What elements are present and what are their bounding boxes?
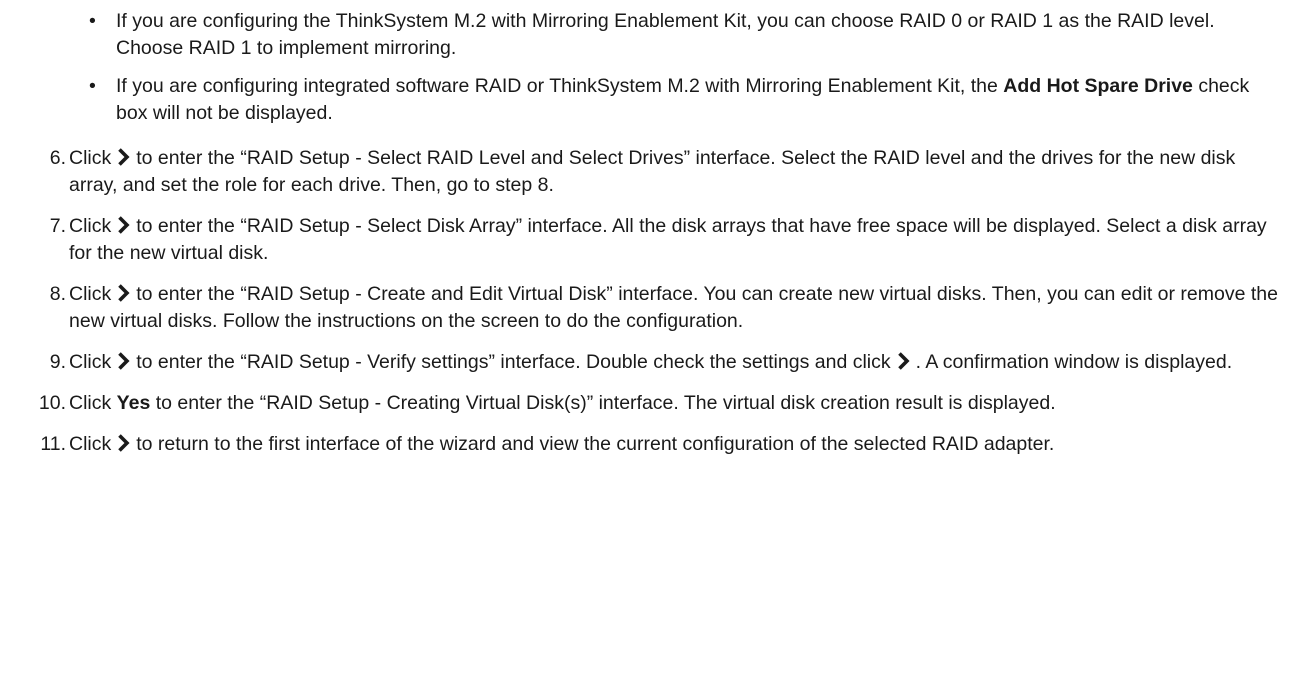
step-number: 7. <box>49 215 66 237</box>
step-item: 7. Click to enter the “RAID Setup - Selec… <box>0 213 1297 267</box>
bullet-bold-text: Add Hot Spare Drive <box>1003 75 1193 97</box>
step-item: 6. Click to enter the “RAID Setup - Selec… <box>0 145 1297 199</box>
chevron-right-icon <box>117 215 130 235</box>
step-item: 8. Click to enter the “RAID Setup - Creat… <box>0 281 1297 335</box>
chevron-right-icon <box>117 433 130 453</box>
bullet-marker: • <box>89 10 96 32</box>
step-lead: Click <box>69 283 112 305</box>
document-page: • If you are configuring the ThinkSystem… <box>0 0 1297 694</box>
step-number: 6. <box>49 147 66 169</box>
step-number: 11. <box>40 433 66 455</box>
step-lead: Click <box>69 392 112 414</box>
chevron-right-icon <box>117 351 130 371</box>
step-text: to enter the “RAID Setup - Create and Ed… <box>69 283 1278 332</box>
step-lead: Click <box>69 147 112 169</box>
step-text: to enter the “RAID Setup - Select Disk A… <box>69 215 1267 264</box>
bullet-item: • If you are configuring integrated soft… <box>88 73 1283 127</box>
step-text: to enter the “RAID Setup - Select RAID L… <box>69 147 1236 196</box>
note-bullet-list: • If you are configuring the ThinkSystem… <box>88 8 1283 138</box>
step-lead: Click <box>69 433 112 455</box>
step-number: 9. <box>49 351 66 373</box>
chevron-right-icon <box>117 283 130 303</box>
step-item: 11. Click to return to the first interfac… <box>0 431 1297 458</box>
step-item: 9. Click to enter the “RAID Setup - Verif… <box>0 349 1297 376</box>
bullet-marker: • <box>89 75 96 97</box>
step-text: to enter the “RAID Setup - Verify settin… <box>136 351 891 373</box>
bullet-item: • If you are configuring the ThinkSystem… <box>88 8 1283 62</box>
step-number: 10. <box>38 392 66 414</box>
bullet-text: If you are configuring the ThinkSystem M… <box>116 10 1215 59</box>
step-text: to return to the first interface of the … <box>136 433 1055 455</box>
step-list: 6. Click to enter the “RAID Setup - Selec… <box>0 145 1297 472</box>
bullet-text: If you are configuring integrated softwa… <box>116 75 1004 97</box>
step-item: 10. Click Yes to enter the “RAID Setup -… <box>0 390 1297 417</box>
step-text: to enter the “RAID Setup - Creating Virt… <box>155 392 1056 414</box>
chevron-right-icon <box>117 147 130 167</box>
step-number: 8. <box>49 283 66 305</box>
step-text-tail: . A confirmation window is displayed. <box>915 351 1233 373</box>
step-lead: Click <box>69 215 112 237</box>
chevron-right-icon <box>897 351 910 371</box>
step-lead: Click <box>69 351 112 373</box>
step-bold-text: Yes <box>116 392 151 414</box>
